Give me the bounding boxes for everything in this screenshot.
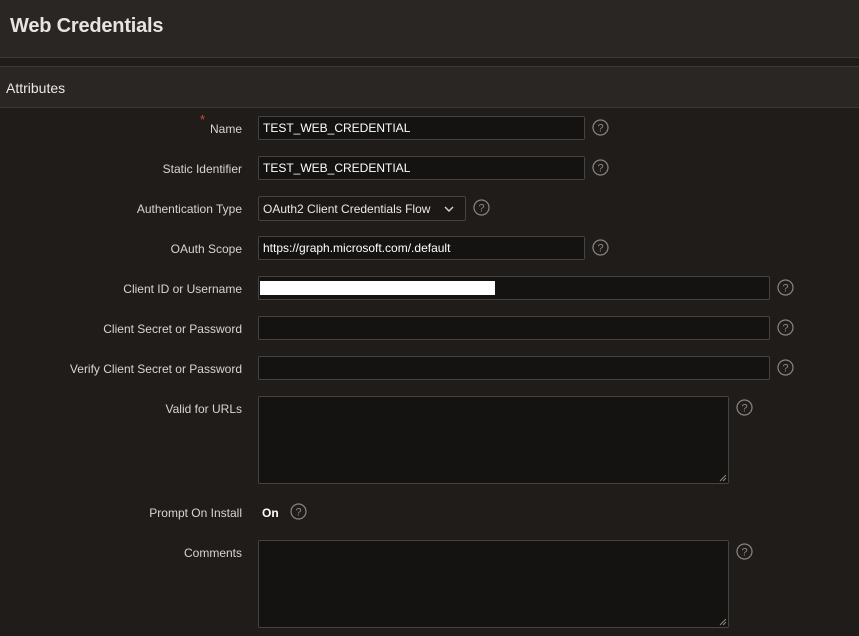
oauth-scope-input[interactable]: https://graph.microsoft.com/.default — [258, 236, 585, 260]
verify-client-secret-label: Verify Client Secret or Password — [69, 362, 242, 376]
svg-text:?: ? — [741, 547, 747, 559]
comments-label: Comments — [183, 546, 242, 560]
svg-text:?: ? — [597, 123, 603, 135]
svg-text:?: ? — [295, 507, 301, 519]
help-icon[interactable]: ? — [736, 399, 753, 416]
svg-text:?: ? — [478, 203, 484, 215]
verify-client-secret-input[interactable] — [258, 356, 770, 380]
chevron-down-icon — [444, 206, 454, 212]
help-icon[interactable]: ? — [592, 119, 609, 136]
authentication-type-value: OAuth2 Client Credentials Flow — [263, 202, 431, 216]
client-secret-label: Client Secret or Password — [103, 322, 242, 336]
client-id-label: Client ID or Username — [123, 282, 242, 296]
help-icon[interactable]: ? — [777, 319, 794, 336]
region-header: Attributes — [0, 66, 859, 108]
svg-text:?: ? — [782, 323, 788, 335]
resize-grip-icon[interactable] — [719, 618, 727, 626]
prompt-on-install-switch[interactable]: On — [262, 506, 279, 520]
authentication-type-label: Authentication Type — [136, 202, 242, 216]
help-icon[interactable]: ? — [777, 359, 794, 376]
static-identifier-label: Static Identifier — [162, 162, 242, 176]
help-icon[interactable]: ? — [290, 503, 307, 520]
valid-for-urls-label: Valid for URLs — [165, 402, 242, 416]
page-header: Web Credentials — [0, 0, 859, 58]
client-secret-input[interactable] — [258, 316, 770, 340]
page-title: Web Credentials — [10, 15, 164, 37]
valid-for-urls-textarea[interactable] — [258, 396, 729, 484]
name-label: Name — [209, 122, 242, 136]
svg-text:?: ? — [782, 363, 788, 375]
help-icon[interactable]: ? — [473, 199, 490, 216]
svg-text:?: ? — [741, 403, 747, 415]
svg-text:?: ? — [597, 243, 603, 255]
help-icon[interactable]: ? — [736, 543, 753, 560]
redacted-value — [260, 281, 495, 295]
help-icon[interactable]: ? — [592, 239, 609, 256]
comments-textarea[interactable] — [258, 540, 729, 628]
help-icon[interactable]: ? — [592, 159, 609, 176]
oauth-scope-label: OAuth Scope — [170, 242, 242, 256]
help-icon[interactable]: ? — [777, 279, 794, 296]
svg-text:?: ? — [782, 283, 788, 295]
authentication-type-select[interactable]: OAuth2 Client Credentials Flow — [258, 196, 466, 221]
prompt-on-install-label: Prompt On Install — [149, 506, 242, 520]
required-indicator: * — [200, 112, 206, 127]
static-identifier-input[interactable]: TEST_WEB_CREDENTIAL — [258, 156, 585, 180]
region-title: Attributes — [6, 80, 66, 96]
resize-grip-icon[interactable] — [719, 474, 727, 482]
name-input[interactable]: TEST_WEB_CREDENTIAL — [258, 116, 585, 140]
svg-text:?: ? — [597, 163, 603, 175]
